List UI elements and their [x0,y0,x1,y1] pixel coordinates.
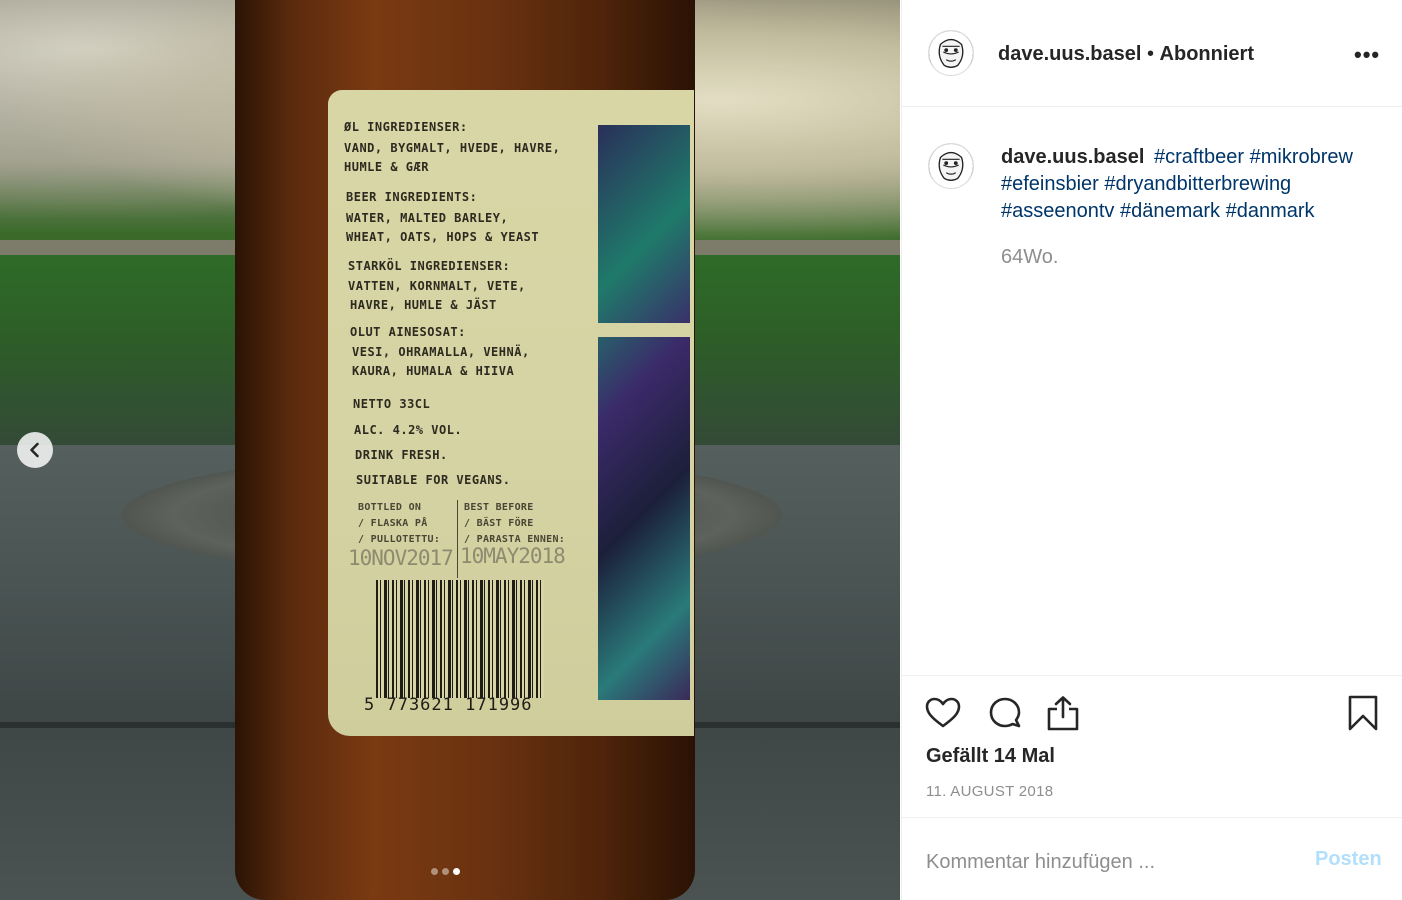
label-line: SUITABLE FOR VEGANS. [356,473,511,487]
header-user-line: dave.uus.basel • Abonniert [998,43,1254,66]
best-before-label: BEST BEFORE / BÄST FÖRE / PARASTA ENNEN: [464,502,566,545]
heart-icon[interactable] [924,694,962,732]
carousel-indicator [431,868,460,875]
label-line: WHEAT, OATS, HOPS & YEAST [346,230,540,244]
post-photo[interactable]: ØL INGREDIENSER: VAND, BYGMALT, HVEDE, H… [0,0,900,900]
caption-text: dave.uus.basel #craftbeer #mikrobrew #ef… [1001,144,1381,225]
follow-status[interactable]: Abonniert [1160,43,1254,65]
caption-avatar[interactable] [928,143,974,189]
hashtag-link[interactable]: #danmark [1226,200,1315,222]
barcode-image [376,580,544,698]
caption-username[interactable]: dave.uus.basel [1001,146,1144,168]
post-header: dave.uus.basel • Abonniert ••• [902,0,1402,107]
carousel-dot [431,868,438,875]
label-line: DRINK FRESH. [355,448,448,462]
header-separator: • [1146,43,1154,65]
barcode-number: 5 773621 171996 [364,695,533,715]
hashtag-link[interactable]: #dryandbitterbrewing [1104,173,1291,195]
label-artwork [598,125,690,700]
best-before-date: 10MAY2018 [460,544,566,568]
comment-input[interactable] [926,847,1306,877]
carousel-dot [442,868,449,875]
hashtag-link[interactable]: #craftbeer [1154,146,1244,168]
post-side-panel: dave.uus.basel • Abonniert ••• dave.uus.… [901,0,1402,900]
actions-section: Gefällt 14 Mal 11. AUGUST 2018 [902,675,1402,818]
bottled-on-label: BOTTLED ON / FLASKA PÅ / PULLOTETTU: [358,502,441,545]
hashtag-link[interactable]: #asseenontv [1001,200,1114,222]
carousel-dot-active [453,868,460,875]
label-artwork-gap [596,323,692,337]
hashtag-link[interactable]: #mikrobrew [1250,146,1353,168]
header-username[interactable]: dave.uus.basel [998,43,1141,65]
label-line: STARKÖL INGREDIENSER: [348,259,511,273]
post-date: 11. AUGUST 2018 [926,783,1054,800]
bookmark-icon[interactable] [1344,694,1382,732]
date-divider [457,500,458,578]
label-line: KAURA, HUMALA & HIIVA [352,364,515,378]
share-icon[interactable] [1044,694,1082,732]
hashtag-link[interactable]: #efeinsbier [1001,173,1099,195]
comment-icon[interactable] [986,694,1024,732]
hashtag-link[interactable]: #dänemark [1120,200,1220,222]
label-line: VESI, OHRAMALLA, VEHNÄ, [352,345,530,359]
more-options-button[interactable]: ••• [1354,42,1380,68]
likes-count[interactable]: Gefällt 14 Mal [926,745,1055,768]
avatar-illustration [929,31,973,75]
caption-age[interactable]: 64Wo. [1001,246,1058,269]
label-line: BEER INGREDIENTS: [346,190,478,204]
chevron-left-icon [30,442,39,458]
label-line: ALC. 4.2% VOL. [354,423,463,437]
post-comment-button[interactable]: Posten [1315,848,1382,871]
label-line: HAVRE, HUMLE & JÄST [350,298,497,312]
label-line: NETTO 33CL [353,397,431,411]
label-line: HUMLE & GÆR [344,160,429,174]
previous-slide-button[interactable] [17,432,53,468]
bottled-date: 10NOV2017 [348,546,454,570]
avatar-illustration [929,144,973,188]
label-line: OLUT AINESOSAT: [350,325,466,339]
label-line: VAND, BYGMALT, HVEDE, HAVRE, [344,141,561,155]
label-line: VATTEN, KORNMALT, VETE, [348,279,526,293]
label-line: WATER, MALTED BARLEY, [346,211,509,225]
avatar[interactable] [928,30,974,76]
label-line: ØL INGREDIENSER: [344,120,468,134]
